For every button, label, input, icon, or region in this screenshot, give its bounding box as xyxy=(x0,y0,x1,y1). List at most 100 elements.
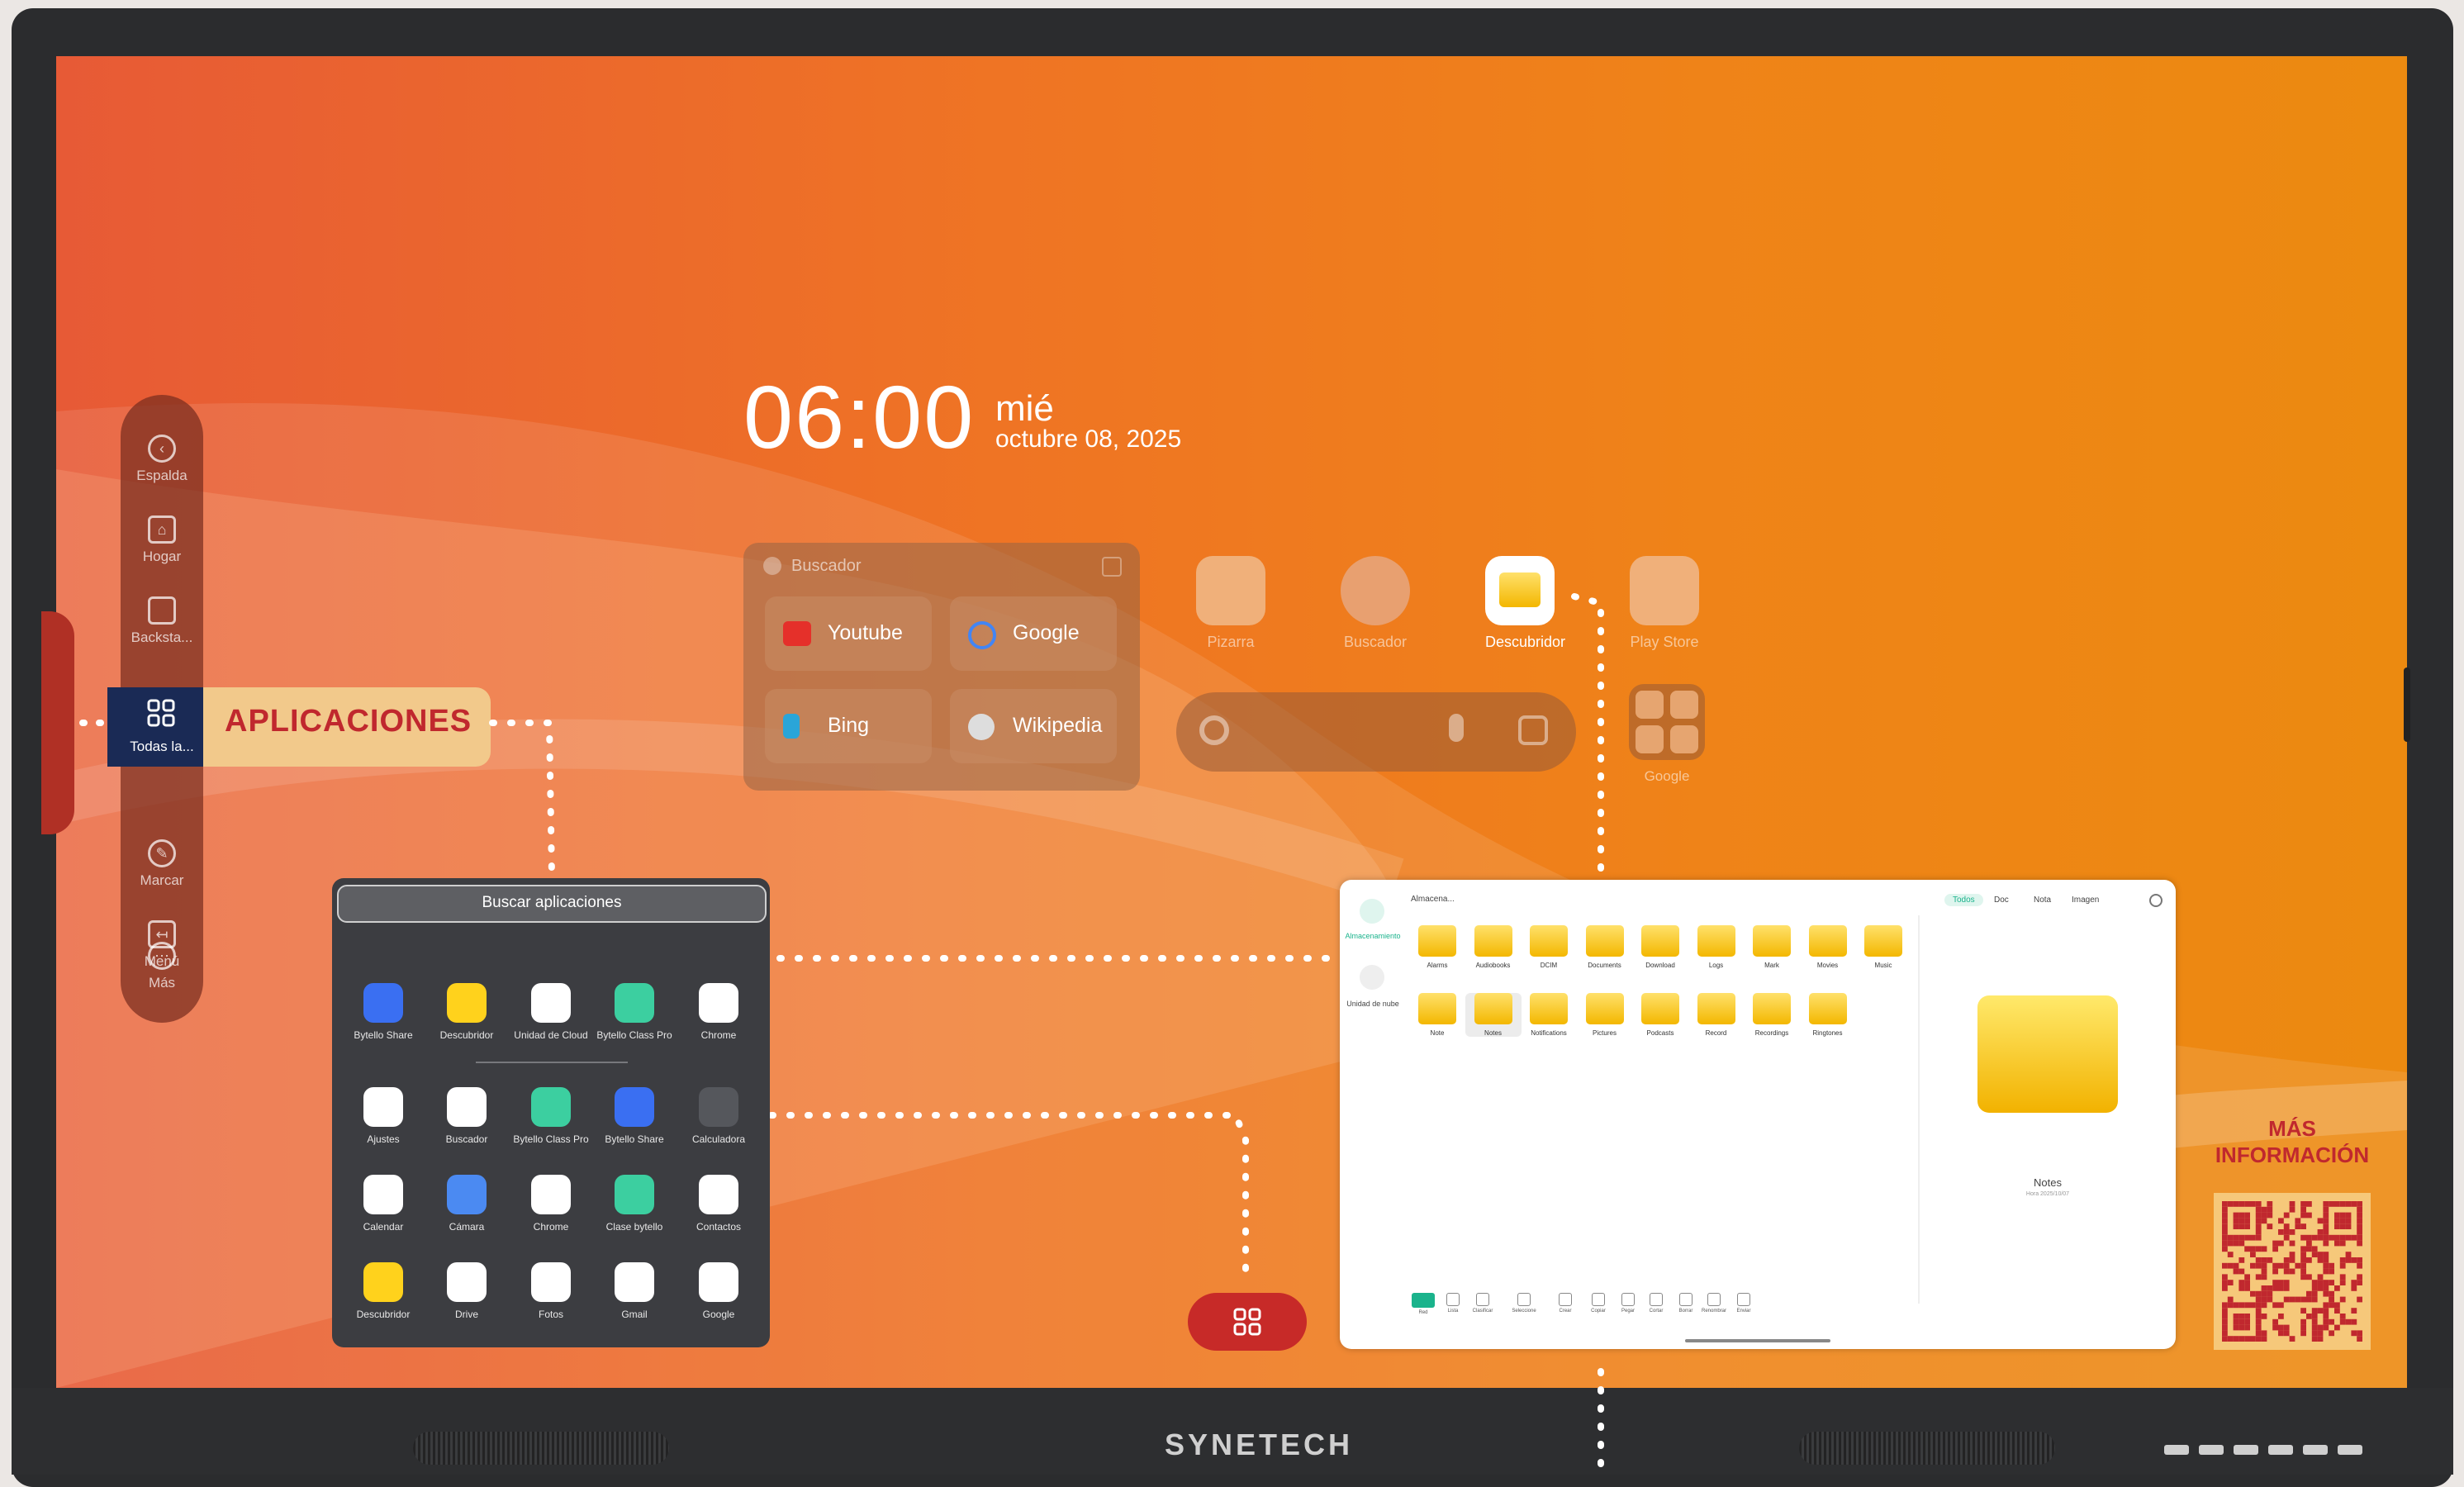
toolbar-label: Pegar xyxy=(1621,1309,1635,1314)
drawer-app[interactable]: Buscador xyxy=(425,1087,508,1145)
engine-google-button[interactable]: Google xyxy=(950,596,1117,671)
fm-folder-item[interactable]: Movies xyxy=(1800,925,1856,969)
fm-toolbar-button[interactable]: Cortar xyxy=(1644,1293,1669,1314)
drawer-app[interactable]: Fotos xyxy=(510,1262,592,1320)
app-icon xyxy=(531,1175,571,1214)
fm-folder-item[interactable]: Alarms xyxy=(1409,925,1465,969)
drawer-app[interactable]: Calculadora xyxy=(677,1087,760,1145)
fm-toolbar-button[interactable]: Seleccione xyxy=(1512,1293,1536,1314)
dock-app-label: Play Store xyxy=(1630,634,1699,650)
storage-icon[interactable] xyxy=(1360,899,1384,924)
toolbar-label: Crear xyxy=(1559,1309,1572,1314)
drawer-app[interactable]: Google xyxy=(677,1262,760,1320)
folder-icon xyxy=(1697,993,1735,1024)
fm-filter-doc[interactable]: Doc xyxy=(1994,896,2009,905)
fm-folder-item[interactable]: DCIM xyxy=(1521,925,1577,969)
drawer-app[interactable]: Bytello Share xyxy=(342,983,425,1041)
wikipedia-icon xyxy=(968,714,995,740)
folder-icon xyxy=(1474,993,1512,1024)
drawer-app[interactable]: Bytello Class Pro xyxy=(593,983,676,1041)
fm-folder-item[interactable]: Note xyxy=(1409,993,1465,1037)
drawer-app[interactable]: Bytello Share xyxy=(593,1087,676,1145)
fm-folder-item[interactable]: Recordings xyxy=(1744,993,1800,1037)
engine-wikipedia-button[interactable]: Wikipedia xyxy=(950,689,1117,763)
drawer-app[interactable]: Gmail xyxy=(593,1262,676,1320)
dock-app-descubridor[interactable]: Descubridor xyxy=(1485,556,1565,651)
fm-filter-note[interactable]: Nota xyxy=(2034,896,2051,905)
youtube-icon xyxy=(1670,725,1698,753)
cloud-drive-icon[interactable] xyxy=(1360,965,1384,990)
engine-bing-button[interactable]: Bing xyxy=(765,689,932,763)
open-external-icon[interactable] xyxy=(1102,557,1122,577)
fm-folder-item[interactable]: Logs xyxy=(1688,925,1745,969)
fm-toolbar-button[interactable]: Red xyxy=(1411,1293,1436,1315)
home-indicator[interactable] xyxy=(1685,1339,1830,1342)
fm-filter-all[interactable]: Todos xyxy=(1944,894,1983,906)
search-icon[interactable] xyxy=(2149,894,2163,907)
fm-filter-image[interactable]: Imagen xyxy=(2072,896,2099,905)
drawer-app[interactable]: Chrome xyxy=(510,1175,592,1233)
drawer-app[interactable]: Descubridor xyxy=(342,1262,425,1320)
fm-folder-item[interactable]: Download xyxy=(1632,925,1688,969)
clock-time: 06:00 xyxy=(743,367,976,467)
drawer-app[interactable]: Clase bytello xyxy=(593,1175,676,1233)
fm-side-cloud[interactable]: Unidad de nube xyxy=(1342,1000,1403,1008)
fm-toolbar-button[interactable]: Pegar xyxy=(1616,1293,1640,1314)
microphone-icon[interactable] xyxy=(1449,714,1464,742)
drawer-app[interactable]: Drive xyxy=(425,1262,508,1320)
fm-folder-item[interactable]: Audiobooks xyxy=(1465,925,1522,969)
fm-folder-item[interactable]: Music xyxy=(1855,925,1911,969)
drawer-app-label: Descubridor xyxy=(356,1309,411,1320)
drawer-app[interactable]: Bytello Class Pro xyxy=(510,1087,592,1145)
fm-folder-item[interactable]: Ringtones xyxy=(1800,993,1856,1037)
fm-folder-item[interactable]: Podcasts xyxy=(1632,993,1688,1037)
fm-side-storage[interactable]: Almacenamiento xyxy=(1342,932,1403,940)
fm-toolbar-button[interactable]: Crear xyxy=(1553,1293,1578,1314)
fm-toolbar-button[interactable]: Renombrar xyxy=(1702,1293,1726,1314)
toolbar-icon xyxy=(1650,1293,1663,1306)
folder-icon xyxy=(1530,993,1568,1024)
fm-toolbar-button[interactable]: Copiar xyxy=(1586,1293,1611,1314)
app-search-input[interactable]: Buscar aplicaciones xyxy=(337,885,767,923)
browser-icon xyxy=(1341,556,1410,625)
fm-toolbar-button[interactable]: Enviar xyxy=(1731,1293,1756,1314)
fm-toolbar-button[interactable]: Lista xyxy=(1441,1293,1465,1314)
google-folder[interactable] xyxy=(1629,684,1705,760)
qr-code[interactable] xyxy=(2214,1193,2371,1350)
drawer-app[interactable]: Calendar xyxy=(342,1175,425,1233)
fm-breadcrumb[interactable]: Almacena... xyxy=(1411,895,1455,904)
folder-icon xyxy=(1474,925,1512,957)
dock-app-pizarra[interactable]: Pizarra xyxy=(1196,556,1265,651)
engine-youtube-button[interactable]: Youtube xyxy=(765,596,932,671)
fm-folder-item[interactable]: Documents xyxy=(1577,925,1633,969)
file-explorer-icon xyxy=(1485,556,1555,625)
app-icon xyxy=(363,1262,403,1302)
drawer-app[interactable]: Cámara xyxy=(425,1175,508,1233)
dock-app-play-store[interactable]: Play Store xyxy=(1630,556,1699,651)
app-icon xyxy=(699,983,738,1023)
fm-toolbar-button[interactable]: Clasificar xyxy=(1470,1293,1495,1314)
drawer-app[interactable]: Ajustes xyxy=(342,1087,425,1145)
drawer-app-label: Cámara xyxy=(449,1221,485,1233)
drawer-app-label: Contactos xyxy=(696,1221,742,1233)
fm-folder-item[interactable]: Record xyxy=(1688,993,1745,1037)
fm-folder-item[interactable]: Mark xyxy=(1744,925,1800,969)
drawer-app[interactable]: Descubridor xyxy=(425,983,508,1041)
dock-app-buscador[interactable]: Buscador xyxy=(1341,556,1410,651)
lens-icon[interactable] xyxy=(1518,715,1548,745)
folder-icon xyxy=(1585,993,1624,1024)
fm-folder-item[interactable]: Notes xyxy=(1465,993,1522,1037)
clock-day: mié xyxy=(995,388,1054,429)
app-icon xyxy=(447,1262,487,1302)
toolbar-label: Red xyxy=(1418,1310,1428,1315)
drawer-app[interactable]: Unidad de Cloud xyxy=(510,983,592,1041)
more-info-callout: MÁS INFORMACIÓN xyxy=(2189,1115,2395,1168)
all-apps-button[interactable] xyxy=(1188,1293,1307,1351)
drawer-app[interactable]: Contactos xyxy=(677,1175,760,1233)
drawer-app[interactable]: Chrome xyxy=(677,983,760,1041)
fm-toolbar-button[interactable]: Borrar xyxy=(1674,1293,1698,1314)
fm-folder-item[interactable]: Notifications xyxy=(1521,993,1577,1037)
google-search-bar[interactable] xyxy=(1176,692,1576,772)
fm-folder-item[interactable]: Pictures xyxy=(1577,993,1633,1037)
fm-folder-label: Record xyxy=(1705,1029,1727,1037)
